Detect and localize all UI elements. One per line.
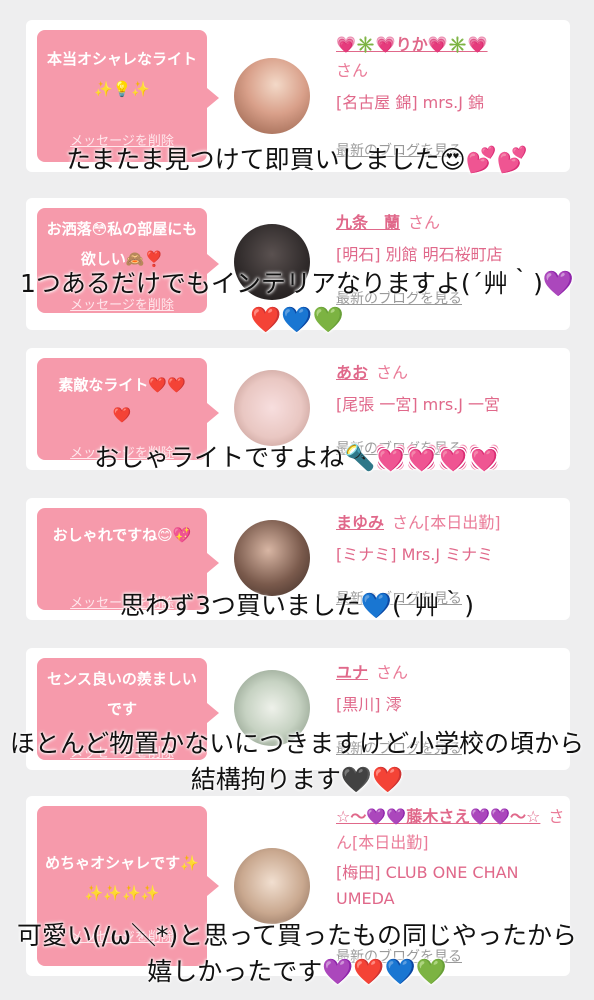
- overlay-caption: 1つあるだけでもインテリアなりますよ(´艸｀)💜❤️💙💚: [19, 269, 575, 334]
- overlay-caption: 思わず3つ買いました💙(´艸｀): [119, 591, 475, 620]
- shop-label: [名古屋 錦] mrs.J 錦: [336, 93, 485, 112]
- sender-suffix-line: さん: [336, 58, 568, 84]
- message-text: おしゃれですね😊💖: [52, 526, 192, 544]
- sender-name-line: 九条 蘭さん: [336, 210, 568, 236]
- overlay-caption: おしゃライトですよね🔦💓💓💓💓: [94, 443, 500, 472]
- sender-name-link[interactable]: 💗✳️💗りか💗✳️💗: [336, 35, 488, 54]
- sender-info: 九条 蘭さん [明石] 別館 明石桜町店: [336, 210, 568, 268]
- sender-info: ☆〜💜💜藤木さえ💜💜〜☆ さん[本日出勤] [梅田] CLUB ONE CHAN …: [336, 804, 568, 912]
- sender-name-line: あお さん: [336, 360, 568, 386]
- message-text: 素敵なライト❤️❤️❤️: [58, 376, 186, 424]
- sender-name-link[interactable]: 九条 蘭: [336, 213, 400, 232]
- sender-name-line: ユナ さん: [336, 660, 568, 686]
- sender-suffix: さん: [376, 363, 409, 382]
- shop-label: [尾張 一宮] mrs.J 一宮: [336, 395, 501, 414]
- sender-name-line: 💗✳️💗りか💗✳️💗: [336, 32, 568, 58]
- sender-suffix: さん: [376, 663, 409, 682]
- sender-suffix: さん: [336, 61, 369, 80]
- sender-suffix: さん: [408, 213, 441, 232]
- message-text: センス良いの羨ましいです: [47, 670, 197, 718]
- sender-name-line: ☆〜💜💜藤木さえ💜💜〜☆ さん[本日出勤]: [336, 804, 568, 856]
- avatar[interactable]: [234, 848, 310, 924]
- sender-suffix: さん[本日出勤]: [392, 513, 501, 532]
- avatar[interactable]: [234, 370, 310, 446]
- sender-name-line: まゆみ さん[本日出勤]: [336, 510, 568, 536]
- sender-info: まゆみ さん[本日出勤] [ミナミ] Mrs.J ミナミ: [336, 510, 568, 568]
- overlay-caption: たまたま見つけて即買いしました😍💕💕: [66, 145, 528, 174]
- shop-label: [明石] 別館 明石桜町店: [336, 245, 503, 264]
- message-text: 本当オシャレなライト✨💡✨: [46, 50, 197, 98]
- message-text: お洒落😳私の部屋にも欲しい🙈❣️: [46, 220, 198, 268]
- sender-info: 💗✳️💗りか💗✳️💗 さん [名古屋 錦] mrs.J 錦: [336, 32, 568, 116]
- sender-info: ユナ さん [黒川] 澪: [336, 660, 568, 718]
- shop-label: [ミナミ] Mrs.J ミナミ: [336, 545, 494, 564]
- avatar[interactable]: [234, 520, 310, 596]
- sender-name-link[interactable]: ☆〜💜💜藤木さえ💜💜〜☆: [336, 807, 540, 826]
- avatar[interactable]: [234, 58, 310, 134]
- sender-name-link[interactable]: まゆみ: [336, 513, 384, 532]
- sender-name-link[interactable]: ユナ: [336, 663, 368, 682]
- overlay-caption: ほとんど物置かないにつきますけど小学校の頃から結構拘ります🖤❤️: [9, 729, 585, 794]
- sender-info: あお さん [尾張 一宮] mrs.J 一宮: [336, 360, 568, 418]
- shop-label: [黒川] 澪: [336, 695, 402, 714]
- sender-name-link[interactable]: あお: [336, 363, 368, 382]
- message-text: めちゃオシャレです✨✨✨✨✨: [45, 854, 199, 902]
- shop-label: [梅田] CLUB ONE CHAN UMEDA: [336, 863, 519, 908]
- overlay-caption: 可愛い(/ω＼*)と思って買ったもの同じやったから嬉しかったです💜❤️💙💚: [16, 921, 578, 986]
